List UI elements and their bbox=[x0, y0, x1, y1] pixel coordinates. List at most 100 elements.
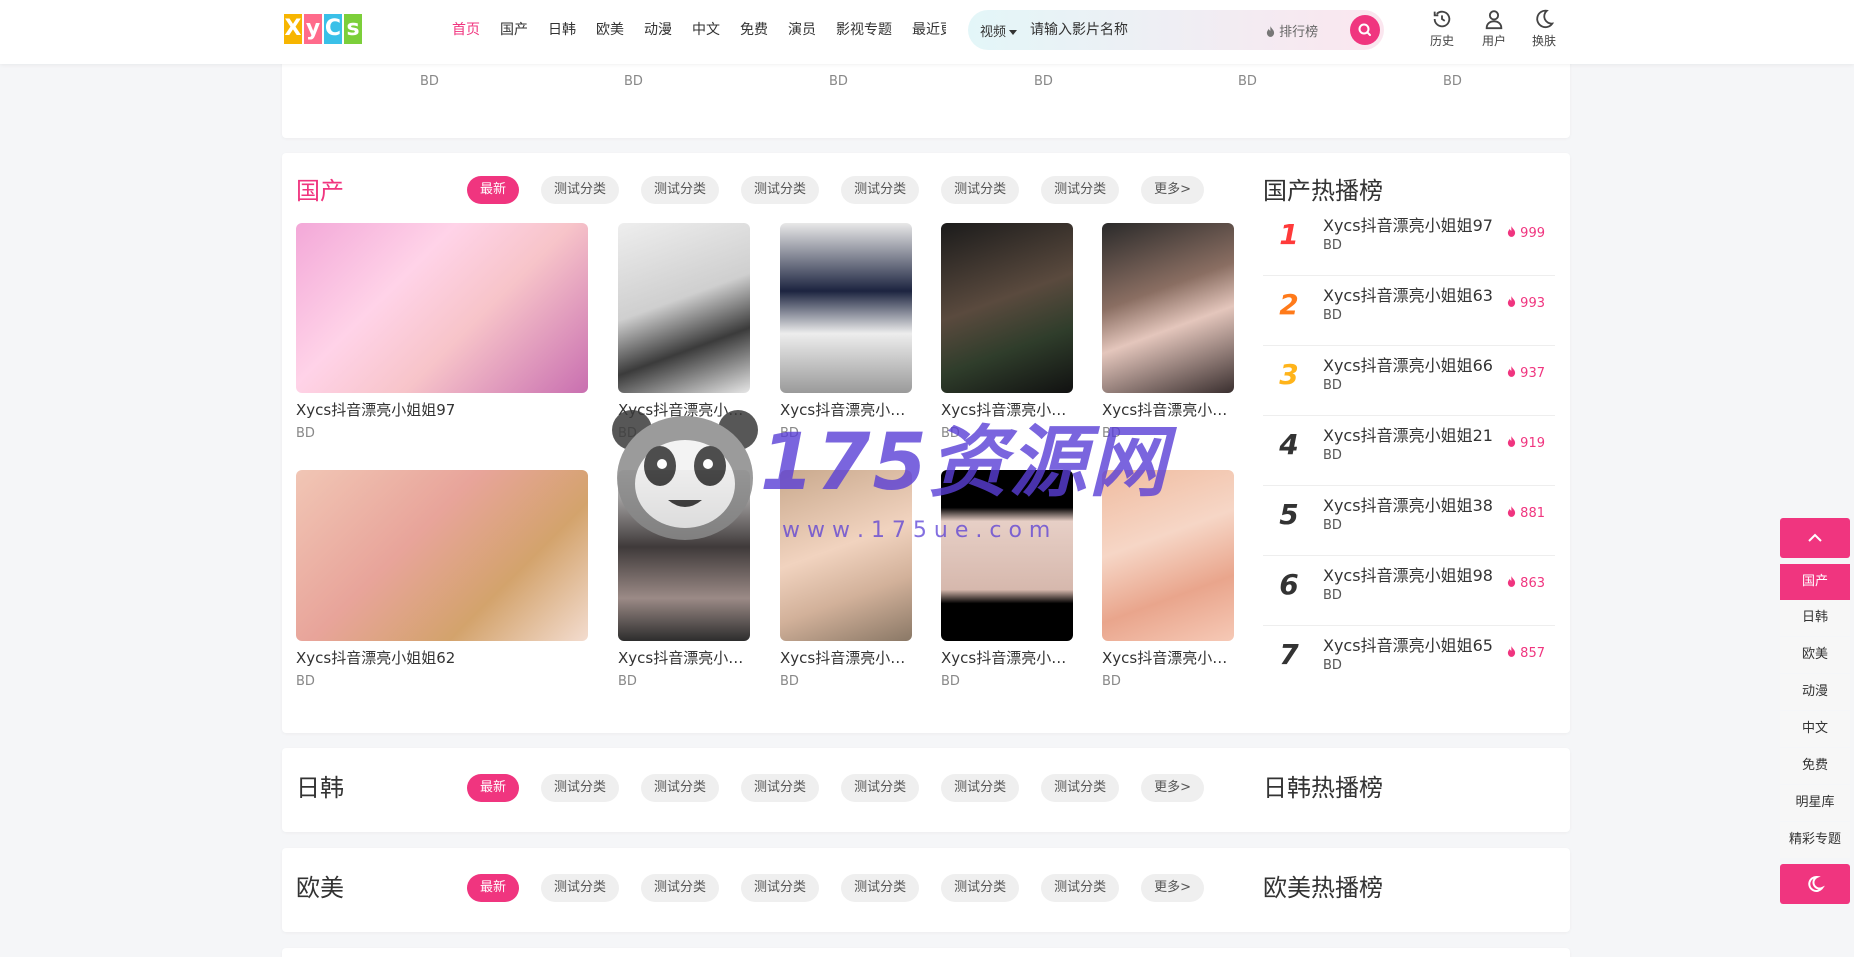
video-title[interactable]: Xycs抖音漂亮小姐姐... bbox=[1102, 647, 1234, 668]
rank-video-quality: BD bbox=[1323, 308, 1342, 323]
rank-heat: 863 bbox=[1507, 576, 1545, 591]
rank-item[interactable]: 3 Xycs抖音漂亮小姐姐66 BD 937 bbox=[1263, 346, 1555, 416]
video-thumbnail[interactable] bbox=[618, 223, 750, 393]
rank-item[interactable]: 6 Xycs抖音漂亮小姐姐98 BD 863 bbox=[1263, 556, 1555, 626]
tag-item[interactable]: 测试分类 bbox=[841, 874, 920, 902]
video-title[interactable]: Xycs抖音漂亮小姐姐... bbox=[618, 647, 750, 668]
nav-western[interactable]: 欧美 bbox=[596, 19, 624, 39]
rank-video-quality: BD bbox=[1323, 588, 1342, 603]
video-title[interactable]: Xycs抖音漂亮小姐姐... bbox=[780, 399, 912, 420]
tag-item[interactable]: 测试分类 bbox=[1041, 874, 1120, 902]
tag-latest[interactable]: 最新 bbox=[467, 774, 520, 802]
tag-item[interactable]: 测试分类 bbox=[641, 176, 720, 204]
tag-item[interactable]: 测试分类 bbox=[941, 874, 1020, 902]
back-to-top-button[interactable] bbox=[1780, 518, 1850, 558]
search-button[interactable] bbox=[1350, 15, 1380, 45]
tag-item[interactable]: 测试分类 bbox=[641, 774, 720, 802]
site-logo[interactable]: X y C s bbox=[284, 12, 362, 46]
video-thumbnail[interactable] bbox=[941, 223, 1073, 393]
next-section-card bbox=[282, 948, 1570, 957]
video-thumbnail[interactable] bbox=[780, 223, 912, 393]
video-thumbnail[interactable] bbox=[618, 470, 750, 641]
tag-item[interactable]: 测试分类 bbox=[541, 874, 620, 902]
tag-item[interactable]: 测试分类 bbox=[1041, 774, 1120, 802]
video-title[interactable]: Xycs抖音漂亮小姐姐97 bbox=[296, 399, 588, 420]
nav-jpkr[interactable]: 日韩 bbox=[548, 19, 576, 39]
theme-toggle-button[interactable] bbox=[1780, 864, 1850, 904]
tag-item[interactable]: 测试分类 bbox=[741, 176, 820, 204]
flame-icon bbox=[1507, 576, 1516, 587]
rank-video-title: Xycs抖音漂亮小姐姐38 bbox=[1323, 496, 1493, 515]
tag-item[interactable]: 测试分类 bbox=[941, 774, 1020, 802]
tag-latest[interactable]: 最新 bbox=[467, 176, 520, 204]
video-quality: BD bbox=[780, 426, 799, 441]
video-title[interactable]: Xycs抖音漂亮小姐姐... bbox=[1102, 399, 1234, 420]
video-thumbnail[interactable] bbox=[296, 470, 588, 641]
video-quality: BD bbox=[296, 426, 315, 441]
video-title[interactable]: Xycs抖音漂亮小姐姐... bbox=[941, 647, 1073, 668]
tag-item[interactable]: 测试分类 bbox=[1041, 176, 1120, 204]
rank-video-quality: BD bbox=[1323, 378, 1342, 393]
tag-more[interactable]: 更多> bbox=[1141, 774, 1205, 802]
nav-home[interactable]: 首页 bbox=[452, 19, 480, 39]
section-title: 日韩 bbox=[296, 774, 344, 802]
tag-item[interactable]: 测试分类 bbox=[541, 176, 620, 204]
section-domestic: 国产 最新 测试分类 测试分类 测试分类 测试分类 测试分类 测试分类 更多> … bbox=[282, 153, 1570, 733]
nav-anime[interactable]: 动漫 bbox=[644, 19, 672, 39]
nav-free[interactable]: 免费 bbox=[740, 19, 768, 39]
video-thumbnail[interactable] bbox=[780, 470, 912, 641]
tag-more[interactable]: 更多> bbox=[1141, 176, 1205, 204]
tag-more[interactable]: 更多> bbox=[1141, 874, 1205, 902]
theme-button[interactable]: 换肤 bbox=[1524, 8, 1564, 49]
video-title[interactable]: Xycs抖音漂亮小姐姐... bbox=[941, 399, 1073, 420]
side-menu-item[interactable]: 精彩专题 bbox=[1780, 822, 1850, 858]
search-input[interactable] bbox=[1030, 19, 1230, 41]
tag-item[interactable]: 测试分类 bbox=[941, 176, 1020, 204]
history-button[interactable]: 历史 bbox=[1422, 8, 1462, 49]
tag-item[interactable]: 测试分类 bbox=[641, 874, 720, 902]
side-menu-item[interactable]: 国产 bbox=[1780, 564, 1850, 600]
video-quality: BD bbox=[1102, 674, 1121, 689]
nav-domestic[interactable]: 国产 bbox=[500, 19, 528, 39]
rank-item[interactable]: 2 Xycs抖音漂亮小姐姐63 BD 993 bbox=[1263, 276, 1555, 346]
video-quality: BD bbox=[1102, 426, 1121, 441]
video-quality: BD bbox=[941, 426, 960, 441]
tag-item[interactable]: 测试分类 bbox=[741, 774, 820, 802]
side-menu-item[interactable]: 动漫 bbox=[1780, 674, 1850, 710]
rank-item[interactable]: 4 Xycs抖音漂亮小姐姐21 BD 919 bbox=[1263, 416, 1555, 486]
search-type-select[interactable]: 视频 bbox=[980, 21, 1018, 40]
tag-item[interactable]: 测试分类 bbox=[541, 774, 620, 802]
tag-item[interactable]: 测试分类 bbox=[841, 176, 920, 204]
video-title[interactable]: Xycs抖音漂亮小姐姐62 bbox=[296, 647, 588, 668]
side-menu-item[interactable]: 中文 bbox=[1780, 711, 1850, 747]
video-thumbnail[interactable] bbox=[296, 223, 588, 393]
user-button[interactable]: 用户 bbox=[1474, 8, 1514, 49]
rank-item[interactable]: 1 Xycs抖音漂亮小姐姐97 BD 999 bbox=[1263, 206, 1555, 276]
rank-item[interactable]: 7 Xycs抖音漂亮小姐姐65 BD 857 bbox=[1263, 626, 1555, 696]
nav-chinese[interactable]: 中文 bbox=[692, 19, 720, 39]
logo-letter: X bbox=[284, 14, 302, 44]
nav-topics[interactable]: 影视专题 bbox=[836, 19, 892, 39]
rank-link[interactable]: 排行榜 bbox=[1266, 21, 1318, 40]
video-quality: BD bbox=[618, 426, 637, 441]
side-menu-item[interactable]: 欧美 bbox=[1780, 637, 1850, 673]
rank-video-title: Xycs抖音漂亮小姐姐21 bbox=[1323, 426, 1493, 445]
video-title[interactable]: Xycs抖音漂亮小姐姐... bbox=[618, 399, 750, 420]
video-thumbnail[interactable] bbox=[1102, 470, 1234, 641]
video-thumbnail[interactable] bbox=[1102, 223, 1234, 393]
video-quality: BD bbox=[296, 674, 315, 689]
moon-icon bbox=[1536, 9, 1555, 29]
tag-item[interactable]: 测试分类 bbox=[841, 774, 920, 802]
logo-letter: y bbox=[304, 14, 322, 44]
video-thumbnail[interactable] bbox=[941, 470, 1073, 641]
nav-recent[interactable]: 最近更新 bbox=[912, 19, 946, 39]
tag-latest[interactable]: 最新 bbox=[467, 874, 520, 902]
side-menu-item[interactable]: 明星库 bbox=[1780, 785, 1850, 821]
tag-item[interactable]: 测试分类 bbox=[741, 874, 820, 902]
nav-actors[interactable]: 演员 bbox=[788, 19, 816, 39]
rank-item[interactable]: 5 Xycs抖音漂亮小姐姐38 BD 881 bbox=[1263, 486, 1555, 556]
rank-video-title: Xycs抖音漂亮小姐姐63 bbox=[1323, 286, 1493, 305]
video-title[interactable]: Xycs抖音漂亮小姐姐... bbox=[780, 647, 912, 668]
side-menu-item[interactable]: 免费 bbox=[1780, 748, 1850, 784]
side-menu-item[interactable]: 日韩 bbox=[1780, 600, 1850, 636]
